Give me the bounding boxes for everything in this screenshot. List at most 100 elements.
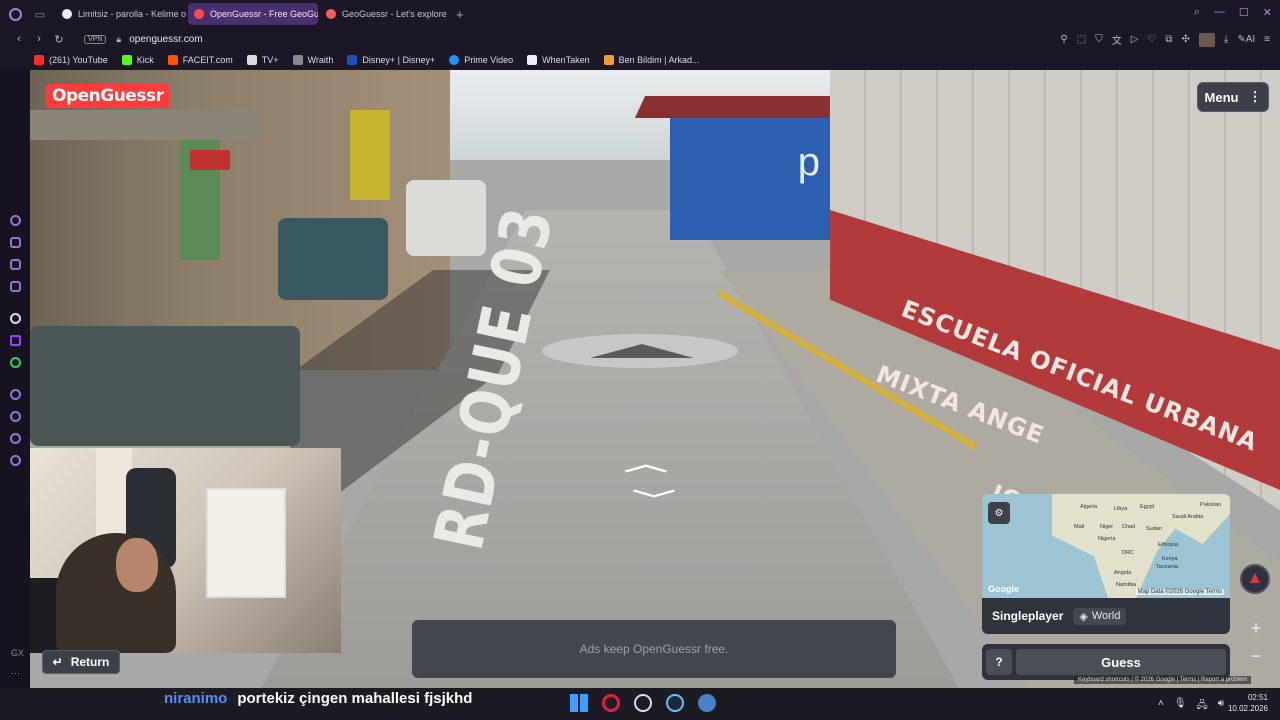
prime-icon: [449, 55, 460, 65]
history-icon[interactable]: [10, 411, 21, 422]
zoom-in-button[interactable]: +: [1242, 616, 1270, 640]
chatgpt-taskbar-icon[interactable]: [634, 694, 652, 712]
tab-geoguessr[interactable]: GeoGuessr - Let's explore: [320, 3, 450, 25]
volume-icon[interactable]: 🔊︎: [1218, 698, 1224, 715]
extensions-icon[interactable]: [10, 433, 21, 444]
bookmark-wraith[interactable]: Wraith: [292, 55, 334, 65]
opera-logo-icon[interactable]: [0, 7, 30, 21]
guess-button[interactable]: Guess: [1016, 649, 1226, 675]
map-terms-link[interactable]: Terms: [1206, 589, 1222, 595]
zoom-out-button[interactable]: −: [1242, 644, 1270, 668]
profile-avatar[interactable]: [1198, 32, 1215, 47]
whatsapp-icon[interactable]: [10, 357, 21, 368]
street-view-panorama[interactable]: p ESCUELA OFICIAL URBANA MIXTA ANGE JORN…: [30, 70, 1280, 688]
forward-icon[interactable]: ›: [30, 33, 48, 45]
bookmark-youtube[interactable]: (261) YouTube: [34, 55, 108, 65]
return-button[interactable]: ↵ Return: [42, 650, 120, 674]
close-icon[interactable]: ✕: [1263, 6, 1272, 19]
network-icon[interactable]: 🖧︎: [1197, 698, 1208, 715]
bookmark-kick[interactable]: Kick: [121, 55, 154, 65]
lock-icon[interactable]: 🔒︎: [116, 34, 121, 45]
search-tabs-icon[interactable]: ⌕: [1194, 6, 1200, 19]
tab-openguessr[interactable]: OpenGuessr - Free GeoGu: [188, 3, 318, 25]
bookmark-tvplus[interactable]: TV+: [246, 55, 279, 65]
bookmark-label: (261) YouTube: [49, 55, 108, 65]
tray-chevron-icon[interactable]: ˄: [1158, 698, 1164, 715]
tab-label: GeoGuessr - Let's explore: [342, 9, 447, 19]
openguessr-logo[interactable]: OpenGuessr: [46, 84, 170, 108]
backward-arrow-icon[interactable]: ﹀: [632, 484, 676, 513]
map-label: Kenya: [1162, 556, 1178, 562]
minimap-footer: Singleplayer ◈ World: [982, 598, 1230, 634]
pin-icon[interactable]: ⚲: [1060, 34, 1067, 45]
new-tab-button[interactable]: +: [456, 7, 464, 22]
map-data-credit: Map Data ©2026 Google: [1137, 589, 1205, 595]
menu-button[interactable]: Menu ⋮: [1197, 82, 1269, 112]
parked-van: [406, 180, 486, 256]
bookmark-label: Ben Bildim | Arkad...: [618, 55, 700, 65]
map-label: Niger: [1100, 524, 1114, 530]
app-icon[interactable]: [698, 694, 716, 712]
tab-overview-icon[interactable]: ▭: [30, 4, 50, 24]
gx-icon[interactable]: GX: [11, 648, 24, 658]
messenger-icon[interactable]: [10, 259, 21, 270]
more-icon[interactable]: ···: [11, 668, 20, 678]
bookmark-prime[interactable]: Prime Video: [449, 55, 513, 65]
taskbar-clock[interactable]: 02:51 10.02.2026: [1228, 692, 1268, 714]
clock-date: 10.02.2026: [1227, 704, 1268, 713]
guess-bar: ? Guess: [982, 644, 1230, 680]
url-field[interactable]: openguessr.com: [129, 34, 202, 45]
google-footer[interactable]: Keyboard shortcuts | © 2026 Google | Ter…: [1074, 676, 1252, 684]
map-selector[interactable]: ◈ World: [1073, 607, 1127, 625]
forward-arrow-icon[interactable]: ︿: [624, 448, 668, 477]
bookmark-label: Wraith: [307, 55, 334, 65]
map-label: Ethiopia: [1158, 542, 1178, 548]
menu-icon[interactable]: ≡: [1264, 34, 1270, 45]
ai-icon[interactable]: ✎AI: [1237, 34, 1255, 45]
extension-icon[interactable]: ⧉: [1165, 34, 1172, 45]
steam-icon[interactable]: [666, 694, 684, 712]
settings-icon[interactable]: [10, 455, 21, 466]
mail-icon[interactable]: [10, 281, 21, 292]
play-icon[interactable]: ▷: [1131, 34, 1139, 45]
windows-start-icon[interactable]: [570, 694, 588, 712]
reload-icon[interactable]: ↻: [50, 33, 68, 46]
parked-car: [278, 218, 388, 300]
puzzle-icon[interactable]: ✣: [1182, 34, 1190, 45]
webcam-face: [116, 538, 158, 592]
compass-icon[interactable]: [1240, 564, 1270, 594]
map-label: Libya: [1114, 506, 1128, 512]
map-label: Mali: [1074, 524, 1085, 530]
bookmark-benbildim[interactable]: Ben Bildim | Arkad...: [603, 55, 700, 65]
bookmark-whentaken[interactable]: WhenTaken: [527, 55, 590, 65]
map-settings-icon[interactable]: ⚙: [988, 502, 1010, 524]
vpn-badge[interactable]: VPN: [84, 34, 107, 44]
bookmark-disney[interactable]: Disney+ | Disney+: [347, 55, 435, 65]
guess-minimap[interactable]: ⚙ Algeria Libya Egypt Saudi Arabia Mali …: [982, 494, 1230, 598]
opera-gx-icon[interactable]: [602, 694, 620, 712]
toolbar-icons: ⚲ ⬚ ⛉ 文 ▷ ♡ ⧉ ✣ ⤓ ✎AI ≡: [1060, 32, 1270, 47]
map-label: Saudi Arabia: [1172, 514, 1204, 520]
snapshot-icon[interactable]: ⬚: [1077, 34, 1086, 45]
chat-text: portekiz çingen mahallesi fjsjkhd: [237, 690, 473, 707]
translate-icon[interactable]: 文: [1112, 32, 1122, 47]
download-icon[interactable]: ⤓: [1224, 34, 1228, 45]
map-label: Chad: [1122, 524, 1136, 530]
aria-icon[interactable]: [10, 215, 21, 226]
bookmark-faceit[interactable]: FACEIT.com: [167, 55, 233, 65]
maximize-icon[interactable]: ☐: [1239, 6, 1249, 19]
address-bar: ‹ › ↻ VPN 🔒︎ openguessr.com ⚲ ⬚ ⛉ 文 ▷ ♡ …: [0, 28, 1280, 50]
shield-icon[interactable]: ⛉: [1095, 34, 1103, 45]
webcam-streamer: [56, 533, 176, 653]
chatgpt-icon[interactable]: [10, 313, 21, 324]
twitch-icon[interactable]: [10, 335, 21, 346]
benbildim-icon: [603, 55, 614, 65]
heart-icon[interactable]: ♡: [1147, 34, 1156, 45]
minimize-icon[interactable]: —: [1214, 6, 1225, 19]
tab-parolla[interactable]: Limitsiz - parolla - Kelime o: [56, 3, 186, 25]
mic-icon[interactable]: 🎙︎: [1174, 698, 1187, 715]
back-icon[interactable]: ‹: [10, 33, 28, 45]
help-button[interactable]: ?: [986, 649, 1012, 675]
workspace-icon[interactable]: [10, 237, 21, 248]
player-icon[interactable]: [10, 389, 21, 400]
